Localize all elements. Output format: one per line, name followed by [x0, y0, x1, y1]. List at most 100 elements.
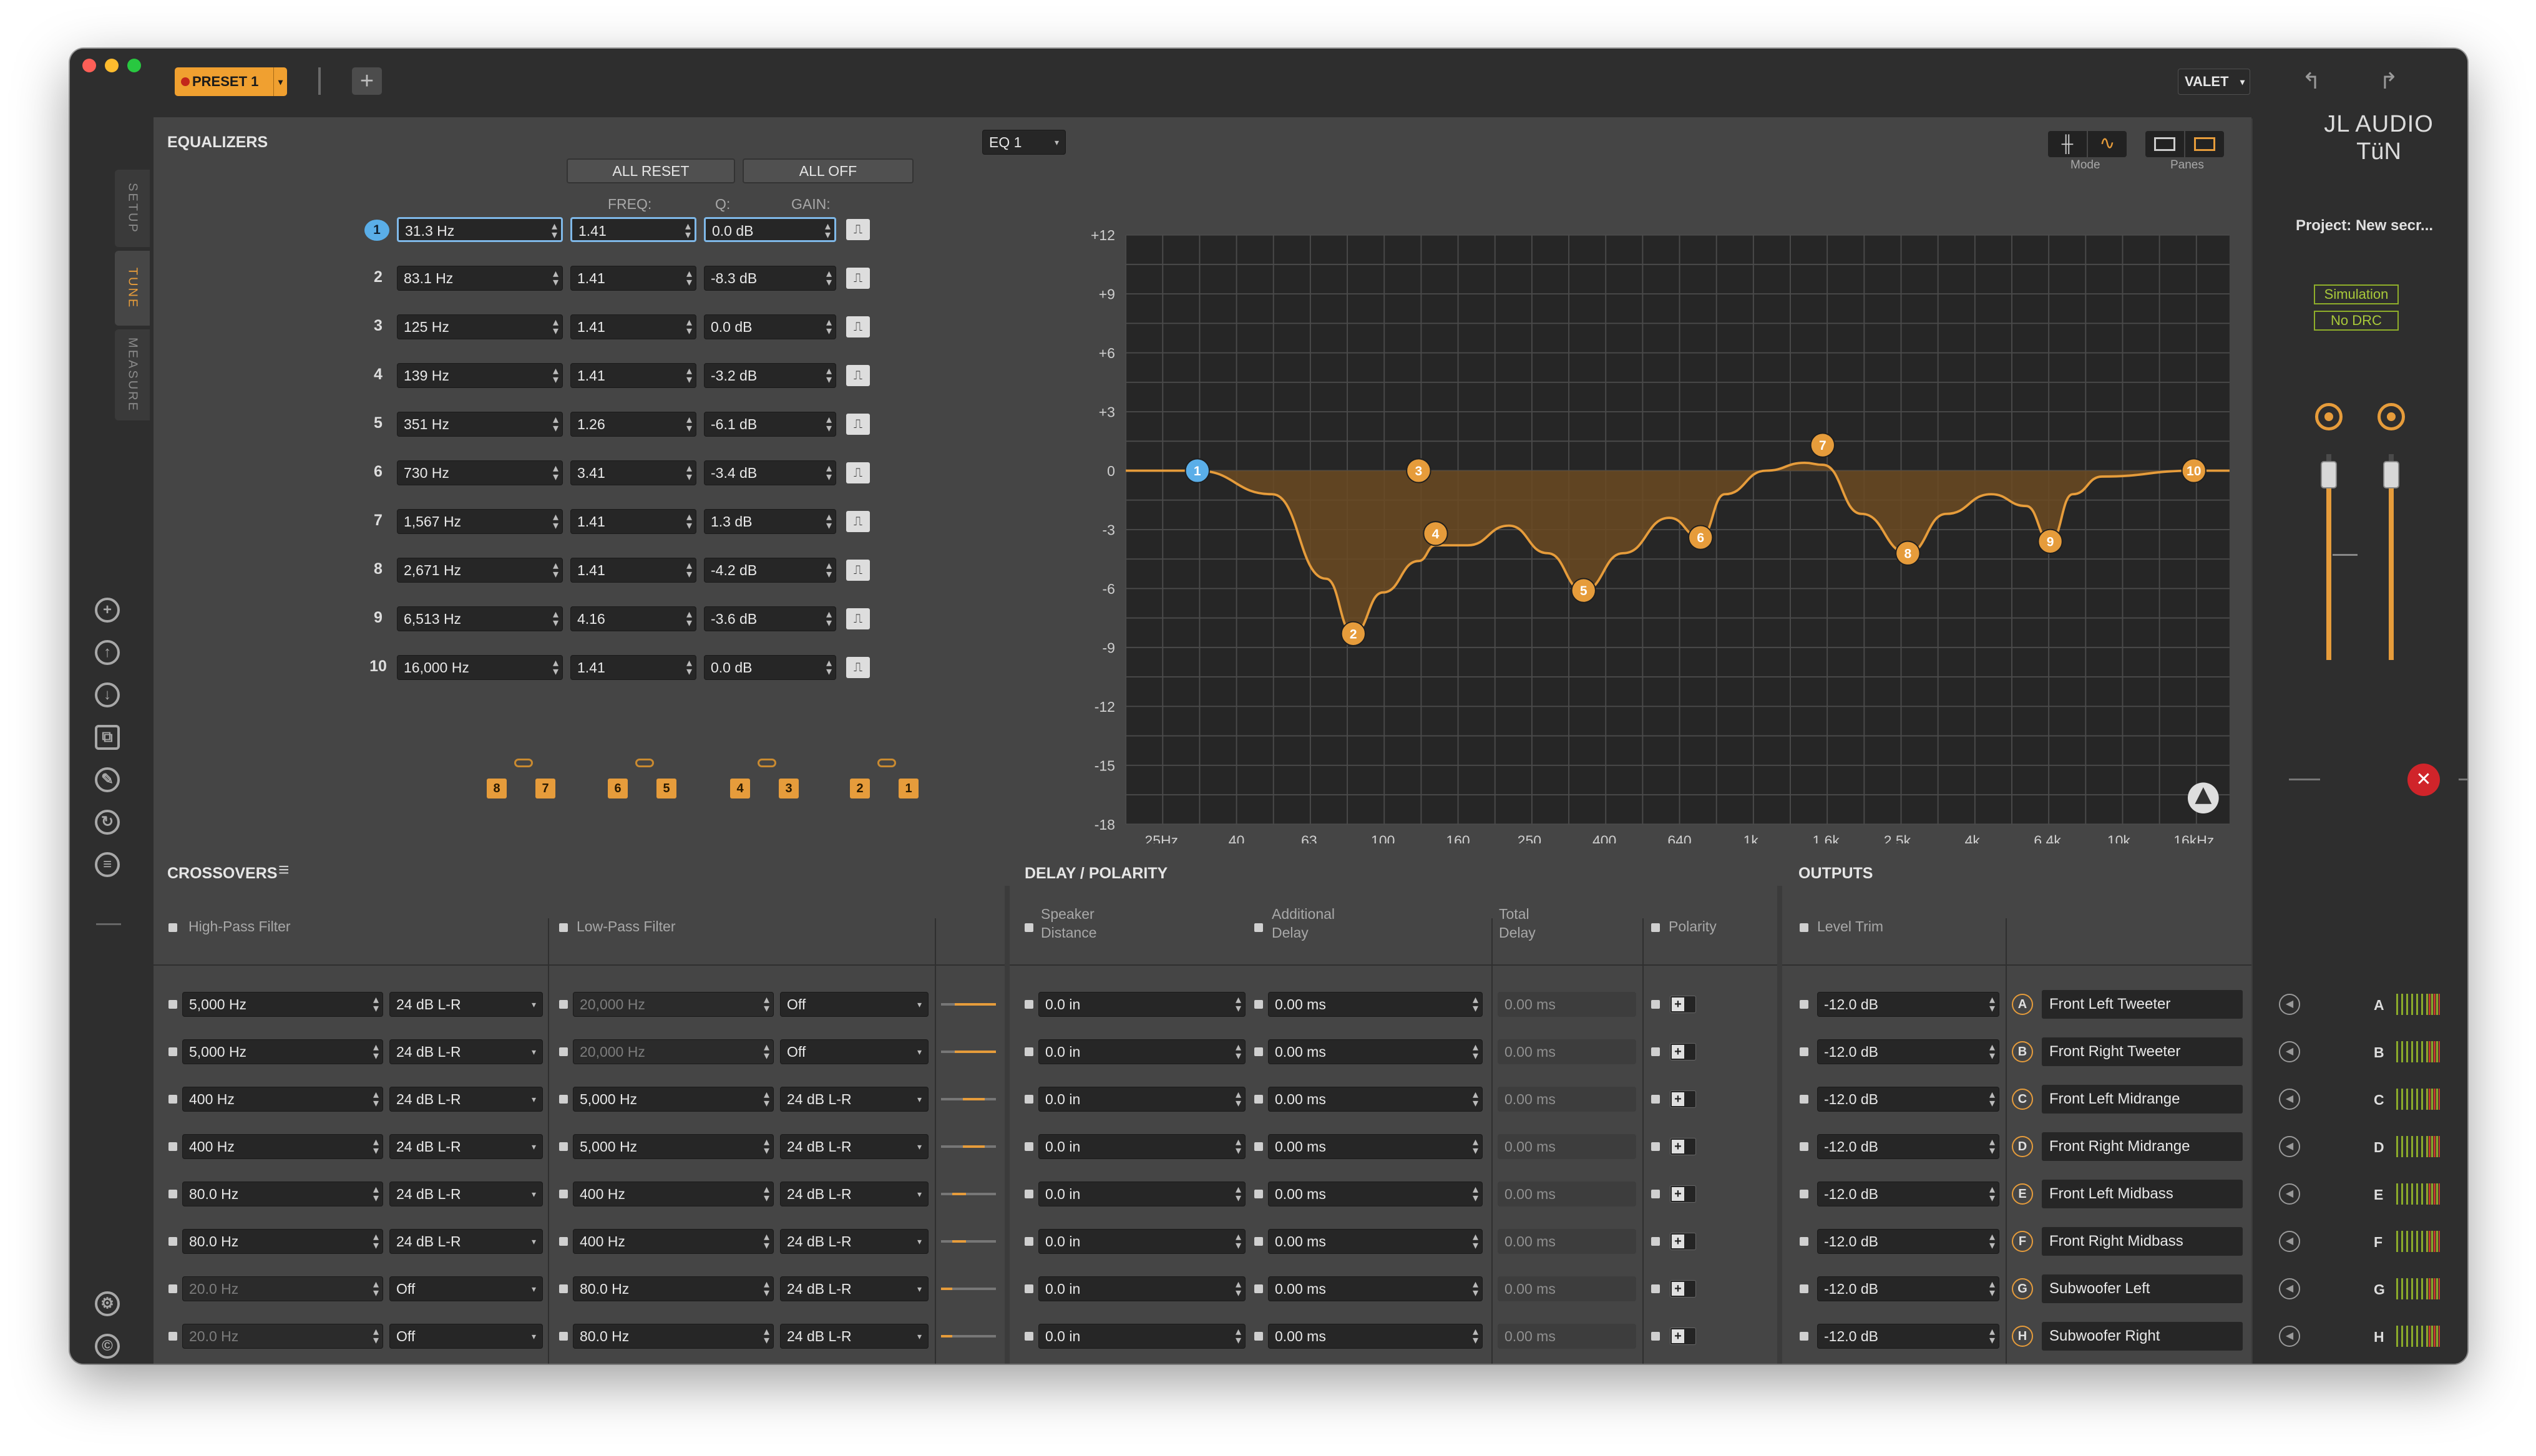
eq-freq-field[interactable]: 730 Hz ▴ ▾ [397, 460, 563, 485]
lp-row-checkbox[interactable] [559, 1237, 568, 1246]
spinner-icon[interactable]: ▴ ▾ [1236, 1231, 1241, 1251]
filter-type-icon[interactable]: ⎍ [846, 316, 870, 337]
lp-freq-field[interactable]: 20,000 Hz ▴ ▾ [573, 1039, 774, 1064]
delay-row-checkbox[interactable] [1254, 1190, 1263, 1198]
undo-button[interactable]: ↰ [2293, 67, 2330, 95]
lp-slope-dropdown[interactable]: 24 dB L-R ▾ [780, 1324, 929, 1349]
speaker-solo-icon[interactable]: ◀ [2279, 1231, 2300, 1252]
level-trim-field[interactable]: -12.0 dB ▴ ▾ [1817, 1039, 1999, 1064]
spinner-icon[interactable]: ▴ ▾ [1989, 1041, 1995, 1061]
lp-row-checkbox[interactable] [559, 1332, 568, 1341]
eq-gain-field[interactable]: -6.1 dB ▴ ▾ [704, 412, 836, 437]
close-window-button[interactable] [82, 59, 96, 72]
lp-freq-field[interactable]: 400 Hz ▴ ▾ [573, 1182, 774, 1206]
spinner-icon[interactable]: ▴ ▾ [686, 608, 692, 628]
spinner-icon[interactable]: ▴ ▾ [686, 316, 692, 336]
spinner-icon[interactable]: ▴ ▾ [686, 268, 692, 288]
eq-freq-field[interactable]: 16,000 Hz ▴ ▾ [397, 655, 563, 680]
eq-q-field[interactable]: 1.41 ▴ ▾ [570, 217, 696, 242]
additional-delay-field[interactable]: 0.00 ms ▴ ▾ [1268, 1087, 1483, 1112]
spinner-icon[interactable]: ▴ ▾ [825, 220, 831, 240]
link-chain-icon[interactable] [877, 759, 896, 767]
hp-freq-field[interactable]: 400 Hz ▴ ▾ [182, 1087, 383, 1112]
speaker-distance-field[interactable]: 0.0 in ▴ ▾ [1038, 992, 1246, 1017]
speaker-solo-icon[interactable]: ◀ [2279, 1183, 2300, 1205]
lp-slope-dropdown[interactable]: 24 dB L-R ▾ [780, 1276, 929, 1301]
mute-button[interactable]: ✕ [2407, 764, 2440, 796]
eq-freq-field[interactable]: 125 Hz ▴ ▾ [397, 314, 563, 339]
spinner-icon[interactable]: ▴ ▾ [1236, 1041, 1241, 1061]
redo-button[interactable]: ↱ [2370, 67, 2407, 95]
speaker-distance-field[interactable]: 0.0 in ▴ ▾ [1038, 1087, 1246, 1112]
polarity-row-checkbox[interactable] [1651, 1000, 1660, 1009]
eq-gain-field[interactable]: -8.3 dB ▴ ▾ [704, 266, 836, 291]
spinner-icon[interactable]: ▴ ▾ [764, 994, 769, 1014]
copyright-icon[interactable]: © [95, 1334, 120, 1359]
channel-name-field[interactable]: Front Right Midrange [2042, 1132, 2243, 1161]
spinner-icon[interactable]: ▴ ▾ [826, 414, 832, 434]
level-row-checkbox[interactable] [1800, 1284, 1808, 1293]
level-row-checkbox[interactable] [1800, 1332, 1808, 1341]
spinner-icon[interactable]: ▴ ▾ [1236, 1278, 1241, 1298]
speaker-distance-field[interactable]: 0.0 in ▴ ▾ [1038, 1134, 1246, 1159]
delay-row-checkbox[interactable] [1254, 1332, 1263, 1341]
spinner-icon[interactable]: ▴ ▾ [826, 560, 832, 580]
additional-delay-field[interactable]: 0.00 ms ▴ ▾ [1268, 1182, 1483, 1206]
polarity-toggle[interactable]: + [1670, 1327, 1696, 1345]
polarity-toggle[interactable]: + [1670, 1138, 1696, 1155]
lp-row-checkbox[interactable] [559, 1047, 568, 1056]
channel-name-field[interactable]: Front Left Midbass [2042, 1180, 2243, 1208]
lp-freq-field[interactable]: 5,000 Hz ▴ ▾ [573, 1134, 774, 1159]
channel-name-field[interactable]: Subwoofer Left [2042, 1274, 2243, 1303]
eq-freq-field[interactable]: 1,567 Hz ▴ ▾ [397, 509, 563, 534]
lp-slope-dropdown[interactable]: Off ▾ [780, 1039, 929, 1064]
eq-q-field[interactable]: 1.41 ▴ ▾ [570, 266, 696, 291]
lp-freq-field[interactable]: 20,000 Hz ▴ ▾ [573, 992, 774, 1017]
spinner-icon[interactable]: ▴ ▾ [686, 462, 692, 482]
polarity-toggle[interactable]: + [1670, 1233, 1696, 1250]
lp-slope-dropdown[interactable]: 24 dB L-R ▾ [780, 1134, 929, 1159]
level-row-checkbox[interactable] [1800, 1237, 1808, 1246]
polarity-toggle[interactable]: + [1670, 996, 1696, 1013]
spinner-icon[interactable]: ▴ ▾ [1473, 1041, 1478, 1061]
eq-q-field[interactable]: 4.16 ▴ ▾ [570, 606, 696, 631]
distance-row-checkbox[interactable] [1025, 1284, 1033, 1293]
spinner-icon[interactable]: ▴ ▾ [553, 560, 558, 580]
right-volume-knob[interactable] [2378, 403, 2405, 430]
tab-setup[interactable]: SETUP [115, 170, 150, 247]
distance-row-checkbox[interactable] [1025, 1095, 1033, 1104]
eq-gain-field[interactable]: 0.0 dB ▴ ▾ [704, 655, 836, 680]
level-trim-field[interactable]: -12.0 dB ▴ ▾ [1817, 1134, 1999, 1159]
spinner-icon[interactable]: ▴ ▾ [553, 414, 558, 434]
channel-name-field[interactable]: Front Left Tweeter [2042, 990, 2243, 1019]
speaker-solo-icon[interactable]: ◀ [2279, 1278, 2300, 1299]
speaker-solo-icon[interactable]: ◀ [2279, 1041, 2300, 1062]
level-row-checkbox[interactable] [1800, 1142, 1808, 1151]
distance-row-checkbox[interactable] [1025, 1142, 1033, 1151]
level-row-checkbox[interactable] [1800, 1047, 1808, 1056]
hp-row-checkbox[interactable] [168, 1000, 177, 1009]
speaker-solo-icon[interactable]: ◀ [2279, 1326, 2300, 1347]
hp-slope-dropdown[interactable]: 24 dB L-R ▾ [389, 1229, 543, 1254]
eq-q-field[interactable]: 1.41 ▴ ▾ [570, 655, 696, 680]
lp-slope-dropdown[interactable]: 24 dB L-R ▾ [780, 1182, 929, 1206]
gear-icon[interactable]: ⚙ [95, 1291, 120, 1316]
hp-row-checkbox[interactable] [168, 1190, 177, 1198]
linked-band-chip[interactable]: 7 [535, 779, 555, 798]
spinner-icon[interactable]: ▴ ▾ [686, 365, 692, 385]
filter-type-icon[interactable]: ⎍ [846, 219, 870, 240]
all-off-button[interactable]: ALL OFF [743, 158, 914, 183]
channel-name-field[interactable]: Front Right Tweeter [2042, 1037, 2243, 1066]
speaker-distance-field[interactable]: 0.0 in ▴ ▾ [1038, 1229, 1246, 1254]
delay-row-checkbox[interactable] [1254, 1095, 1263, 1104]
spinner-icon[interactable]: ▴ ▾ [826, 365, 832, 385]
filter-type-icon[interactable]: ⎍ [846, 365, 870, 386]
filter-type-icon[interactable]: ⎍ [846, 511, 870, 532]
spinner-icon[interactable]: ▴ ▾ [553, 657, 558, 677]
spinner-icon[interactable]: ▴ ▾ [373, 1326, 379, 1346]
hp-slope-dropdown[interactable]: 24 dB L-R ▾ [389, 1134, 543, 1159]
link-chain-icon[interactable] [514, 759, 533, 767]
level-row-checkbox[interactable] [1800, 1000, 1808, 1009]
distance-row-checkbox[interactable] [1025, 1190, 1033, 1198]
hp-slope-dropdown[interactable]: Off ▾ [389, 1324, 543, 1349]
